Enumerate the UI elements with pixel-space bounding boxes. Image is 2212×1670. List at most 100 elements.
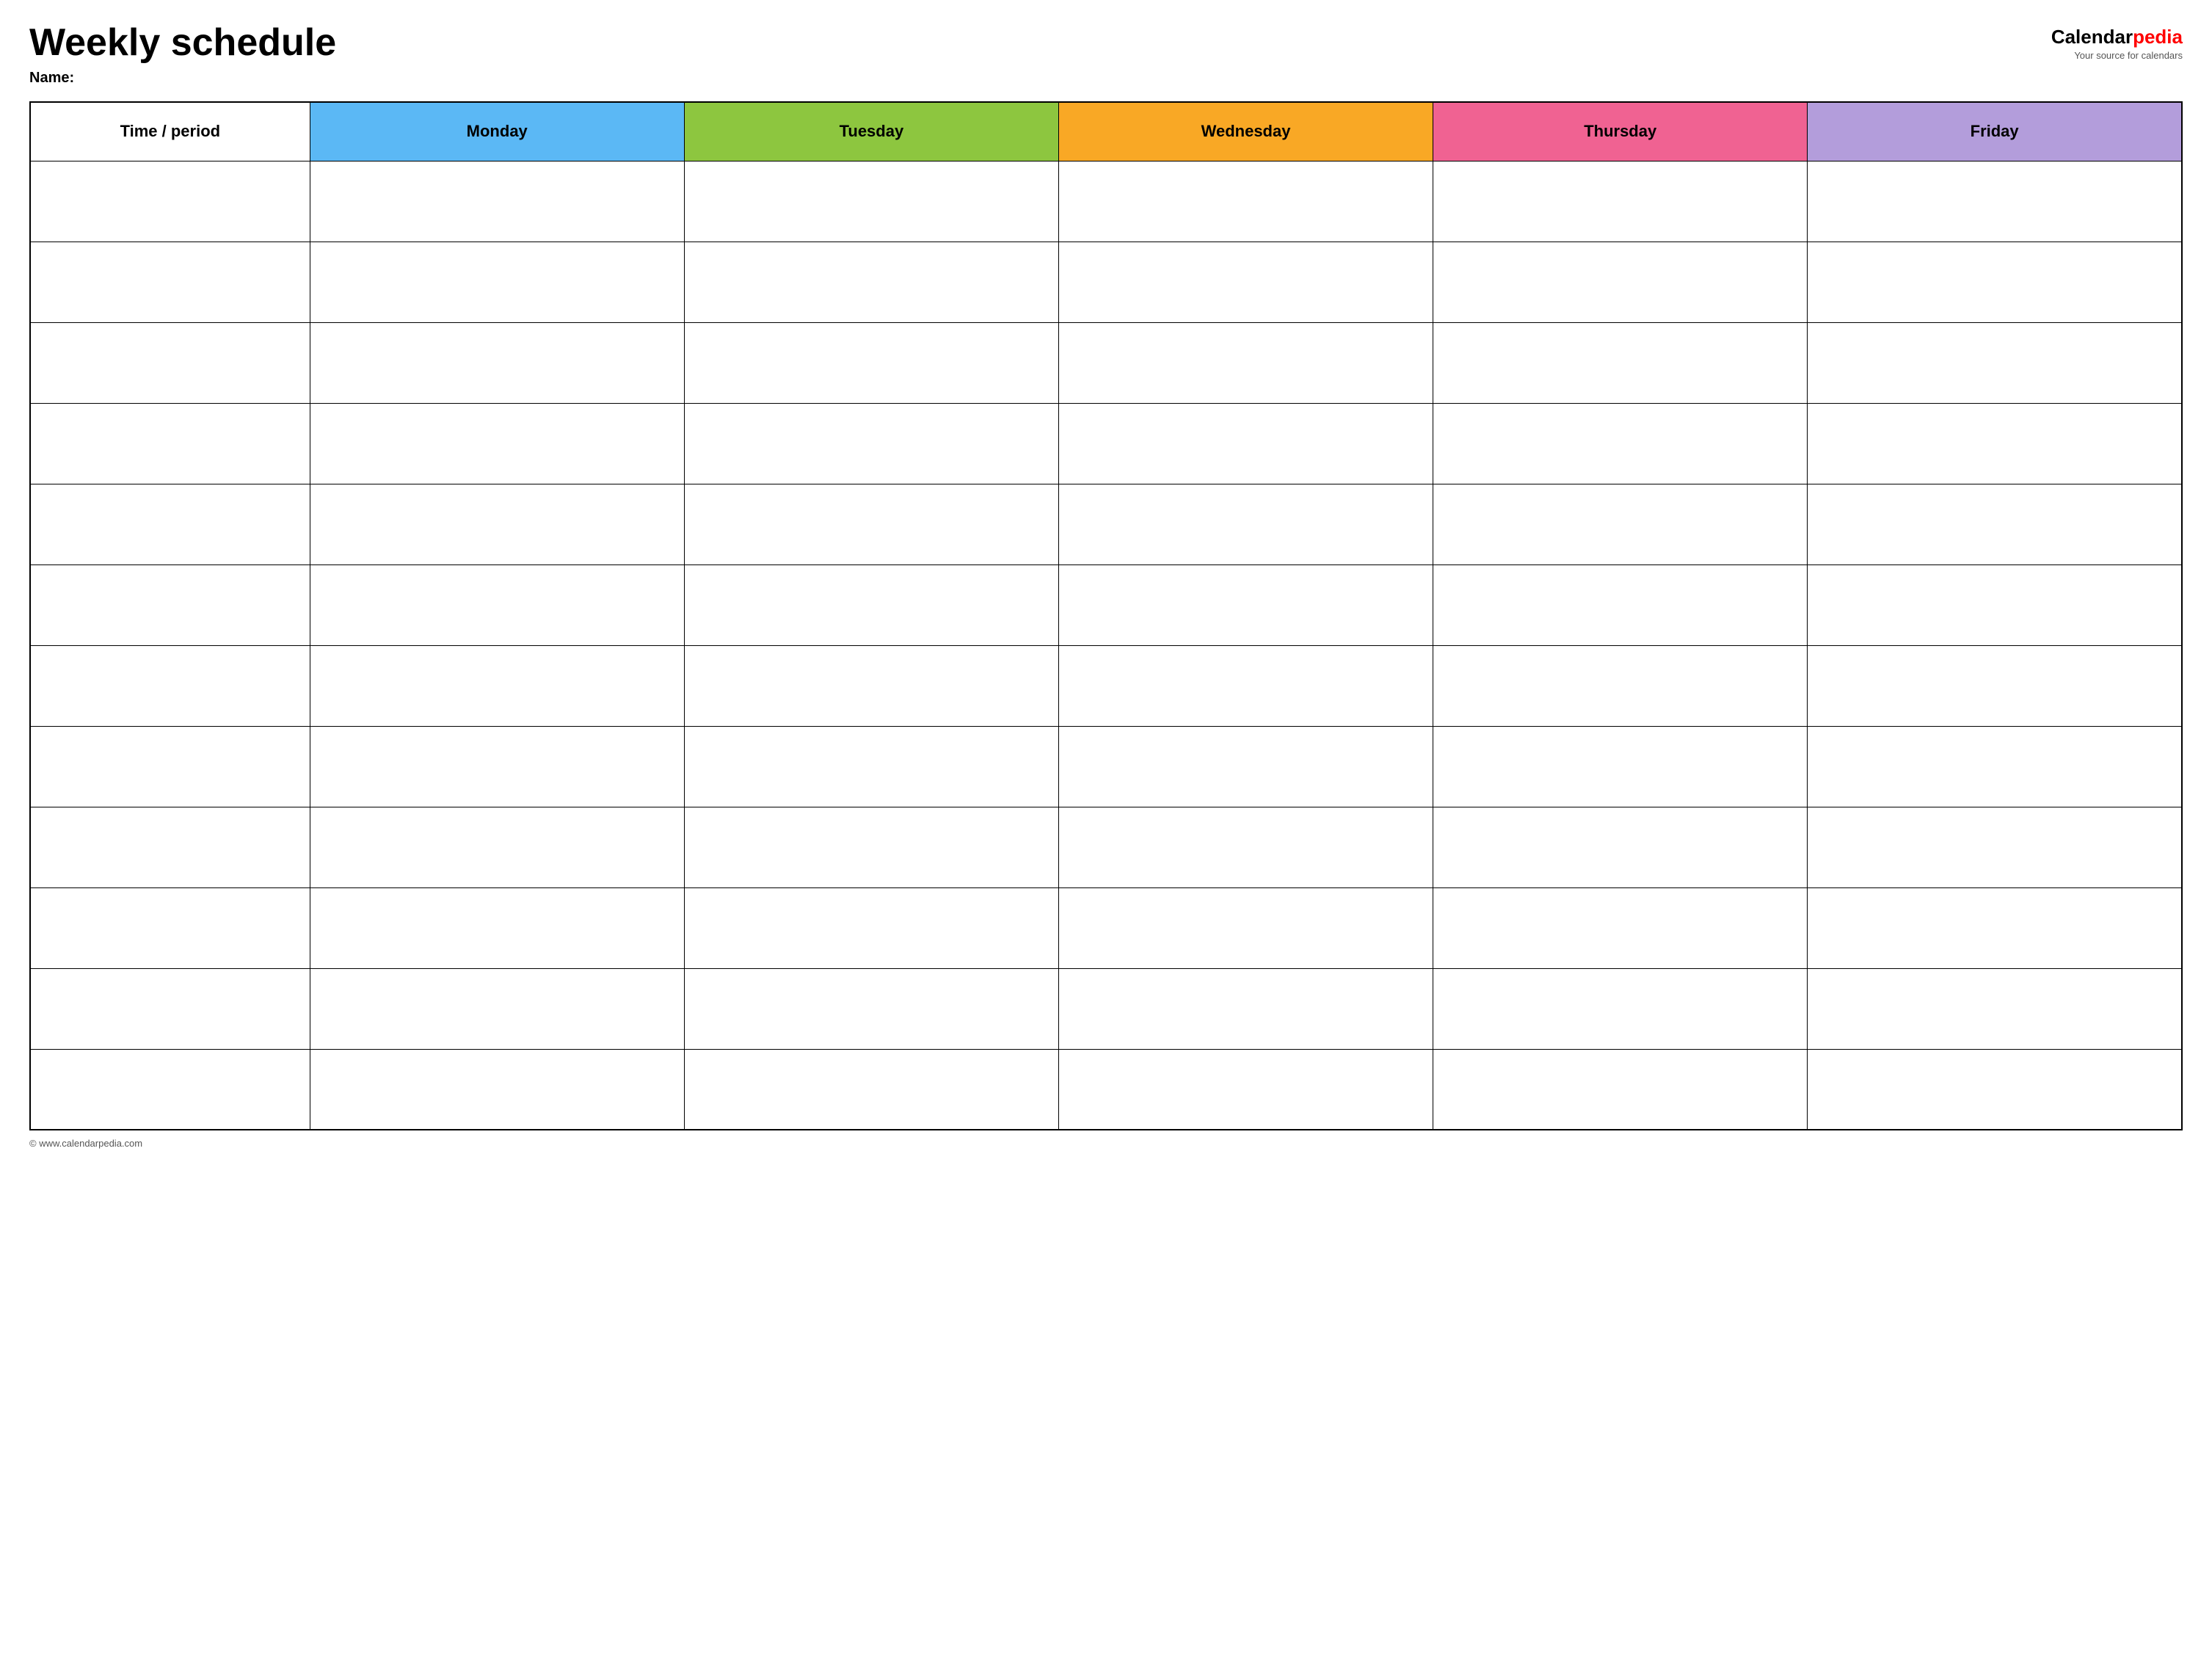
schedule-cell[interactable] xyxy=(310,968,684,1049)
schedule-cell[interactable] xyxy=(1058,726,1433,807)
table-row xyxy=(30,403,2182,484)
col-header-tuesday: Tuesday xyxy=(684,102,1058,161)
table-body xyxy=(30,161,2182,1130)
schedule-cell[interactable] xyxy=(310,726,684,807)
schedule-cell[interactable] xyxy=(1808,161,2182,242)
table-row xyxy=(30,887,2182,968)
page-title: Weekly schedule xyxy=(29,22,336,64)
schedule-cell[interactable] xyxy=(1058,564,1433,645)
schedule-cell[interactable] xyxy=(1058,645,1433,726)
schedule-cell[interactable] xyxy=(1433,726,1808,807)
schedule-cell[interactable] xyxy=(684,161,1058,242)
schedule-cell[interactable] xyxy=(310,161,684,242)
schedule-cell[interactable] xyxy=(1808,887,2182,968)
schedule-cell[interactable] xyxy=(1433,403,1808,484)
schedule-cell[interactable] xyxy=(1808,242,2182,322)
schedule-cell[interactable] xyxy=(684,726,1058,807)
logo-calendar: Calendar xyxy=(2051,26,2133,48)
col-header-wednesday: Wednesday xyxy=(1058,102,1433,161)
logo-area: Calendarpedia Your source for calendars xyxy=(2051,26,2183,61)
schedule-cell[interactable] xyxy=(310,322,684,403)
table-row xyxy=(30,645,2182,726)
schedule-cell[interactable] xyxy=(1808,807,2182,887)
time-cell[interactable] xyxy=(30,322,310,403)
table-header-row: Time / period Monday Tuesday Wednesday T… xyxy=(30,102,2182,161)
table-row xyxy=(30,807,2182,887)
schedule-cell[interactable] xyxy=(310,1049,684,1130)
schedule-cell[interactable] xyxy=(1058,322,1433,403)
schedule-cell[interactable] xyxy=(1058,403,1433,484)
schedule-cell[interactable] xyxy=(310,887,684,968)
table-row xyxy=(30,161,2182,242)
schedule-cell[interactable] xyxy=(1058,807,1433,887)
time-cell[interactable] xyxy=(30,484,310,564)
table-row xyxy=(30,484,2182,564)
col-header-friday: Friday xyxy=(1808,102,2182,161)
table-row xyxy=(30,564,2182,645)
schedule-cell[interactable] xyxy=(1058,161,1433,242)
schedule-cell[interactable] xyxy=(1433,645,1808,726)
table-row xyxy=(30,242,2182,322)
schedule-cell[interactable] xyxy=(310,564,684,645)
schedule-cell[interactable] xyxy=(1433,242,1808,322)
schedule-cell[interactable] xyxy=(1808,726,2182,807)
time-cell[interactable] xyxy=(30,807,310,887)
name-label: Name: xyxy=(29,70,336,87)
schedule-cell[interactable] xyxy=(310,484,684,564)
schedule-cell[interactable] xyxy=(684,645,1058,726)
schedule-cell[interactable] xyxy=(1058,242,1433,322)
schedule-cell[interactable] xyxy=(684,887,1058,968)
schedule-cell[interactable] xyxy=(1808,645,2182,726)
schedule-cell[interactable] xyxy=(684,403,1058,484)
schedule-cell[interactable] xyxy=(684,1049,1058,1130)
time-cell[interactable] xyxy=(30,564,310,645)
footer-url: © www.calendarpedia.com xyxy=(29,1138,142,1149)
schedule-cell[interactable] xyxy=(684,242,1058,322)
time-cell[interactable] xyxy=(30,161,310,242)
schedule-cell[interactable] xyxy=(1808,1049,2182,1130)
schedule-cell[interactable] xyxy=(1808,403,2182,484)
table-row xyxy=(30,1049,2182,1130)
schedule-cell[interactable] xyxy=(1058,887,1433,968)
schedule-cell[interactable] xyxy=(1433,887,1808,968)
schedule-cell[interactable] xyxy=(1808,484,2182,564)
schedule-cell[interactable] xyxy=(684,484,1058,564)
schedule-cell[interactable] xyxy=(1058,968,1433,1049)
schedule-cell[interactable] xyxy=(1808,564,2182,645)
schedule-cell[interactable] xyxy=(1433,322,1808,403)
logo-pedia: pedia xyxy=(2133,26,2183,48)
time-cell[interactable] xyxy=(30,645,310,726)
col-header-monday: Monday xyxy=(310,102,684,161)
schedule-cell[interactable] xyxy=(310,645,684,726)
col-header-time: Time / period xyxy=(30,102,310,161)
schedule-cell[interactable] xyxy=(1433,968,1808,1049)
schedule-cell[interactable] xyxy=(310,403,684,484)
table-row xyxy=(30,968,2182,1049)
schedule-cell[interactable] xyxy=(1433,161,1808,242)
schedule-cell[interactable] xyxy=(1058,1049,1433,1130)
footer: © www.calendarpedia.com xyxy=(29,1138,2183,1149)
schedule-cell[interactable] xyxy=(310,807,684,887)
schedule-cell[interactable] xyxy=(1808,968,2182,1049)
time-cell[interactable] xyxy=(30,403,310,484)
page-header: Weekly schedule Name: Calendarpedia Your… xyxy=(29,22,2183,87)
time-cell[interactable] xyxy=(30,726,310,807)
schedule-cell[interactable] xyxy=(684,322,1058,403)
schedule-cell[interactable] xyxy=(1433,564,1808,645)
schedule-cell[interactable] xyxy=(1808,322,2182,403)
time-cell[interactable] xyxy=(30,968,310,1049)
time-cell[interactable] xyxy=(30,1049,310,1130)
schedule-cell[interactable] xyxy=(1058,484,1433,564)
schedule-cell[interactable] xyxy=(684,968,1058,1049)
time-cell[interactable] xyxy=(30,887,310,968)
schedule-cell[interactable] xyxy=(684,807,1058,887)
logo-text: Calendarpedia xyxy=(2051,26,2183,48)
schedule-cell[interactable] xyxy=(310,242,684,322)
logo-tagline: Your source for calendars xyxy=(2074,50,2183,61)
schedule-cell[interactable] xyxy=(1433,807,1808,887)
title-area: Weekly schedule Name: xyxy=(29,22,336,87)
schedule-cell[interactable] xyxy=(684,564,1058,645)
time-cell[interactable] xyxy=(30,242,310,322)
schedule-cell[interactable] xyxy=(1433,1049,1808,1130)
schedule-cell[interactable] xyxy=(1433,484,1808,564)
